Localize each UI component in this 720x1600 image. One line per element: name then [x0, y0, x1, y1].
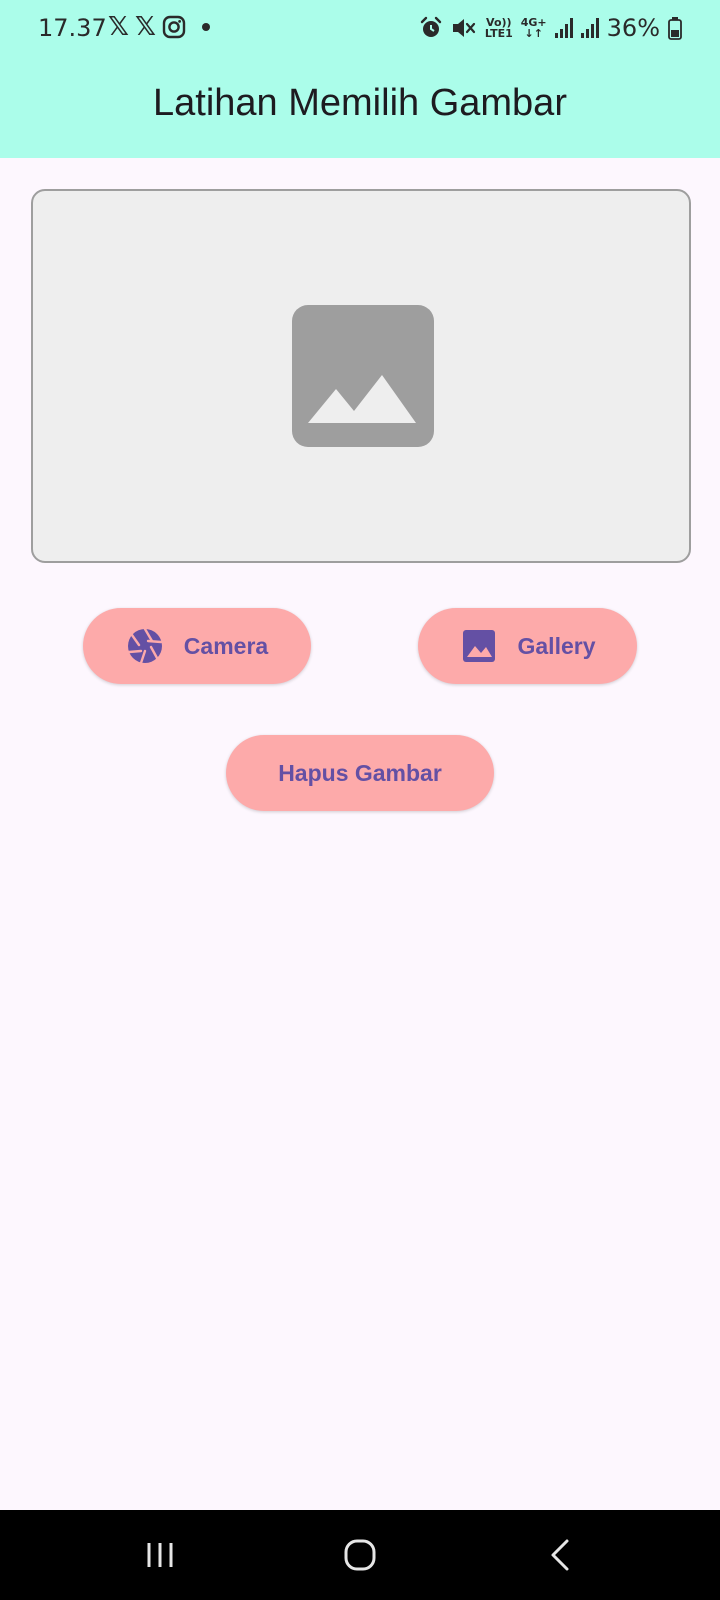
- home-icon[interactable]: [340, 1537, 380, 1573]
- status-right: Vo)) LTE1 4G+ ↓↑ 36%: [419, 14, 682, 42]
- mute-icon: [452, 19, 475, 37]
- alarm-icon: [420, 16, 442, 37]
- notification-icons: 𝕏 𝕏: [108, 14, 210, 40]
- volte-icon: Vo)) LTE1: [484, 16, 513, 40]
- image-icon: [462, 630, 495, 662]
- camera-button-label: Camera: [183, 632, 269, 659]
- status-time: 17.37: [38, 14, 107, 42]
- battery-icon: [668, 17, 682, 40]
- system-nav-bar: [0, 1510, 720, 1600]
- signal-icon: [554, 18, 573, 38]
- data-4g-icon: 4G+ ↓↑: [520, 16, 547, 40]
- recents-icon[interactable]: [140, 1537, 180, 1573]
- camera-shutter-icon: [127, 627, 162, 665]
- battery-level: 36%: [606, 14, 660, 42]
- app-bar: 17.37 𝕏 𝕏 Vo)) LTE1 4G+ ↓↑ 36% Latihan M…: [0, 0, 720, 158]
- instagram-icon: [162, 15, 186, 39]
- signal-icon: [580, 18, 599, 38]
- camera-button[interactable]: Camera: [83, 608, 311, 684]
- dot-icon: [201, 23, 210, 31]
- status-bar: 17.37 𝕏 𝕏 Vo)) LTE1 4G+ ↓↑ 36%: [0, 0, 720, 56]
- x-icon: 𝕏: [108, 12, 129, 42]
- hapus-gambar-button-label: Hapus Gambar: [278, 759, 442, 786]
- gallery-button-label: Gallery: [517, 632, 596, 659]
- back-icon[interactable]: [541, 1537, 581, 1573]
- image-preview-box: [31, 189, 691, 563]
- x-icon: 𝕏: [134, 12, 156, 42]
- page-title: Latihan Memilih Gambar: [153, 82, 567, 124]
- image-placeholder-icon: [292, 305, 434, 447]
- hapus-gambar-button[interactable]: Hapus Gambar: [226, 735, 494, 811]
- gallery-button[interactable]: Gallery: [418, 608, 637, 684]
